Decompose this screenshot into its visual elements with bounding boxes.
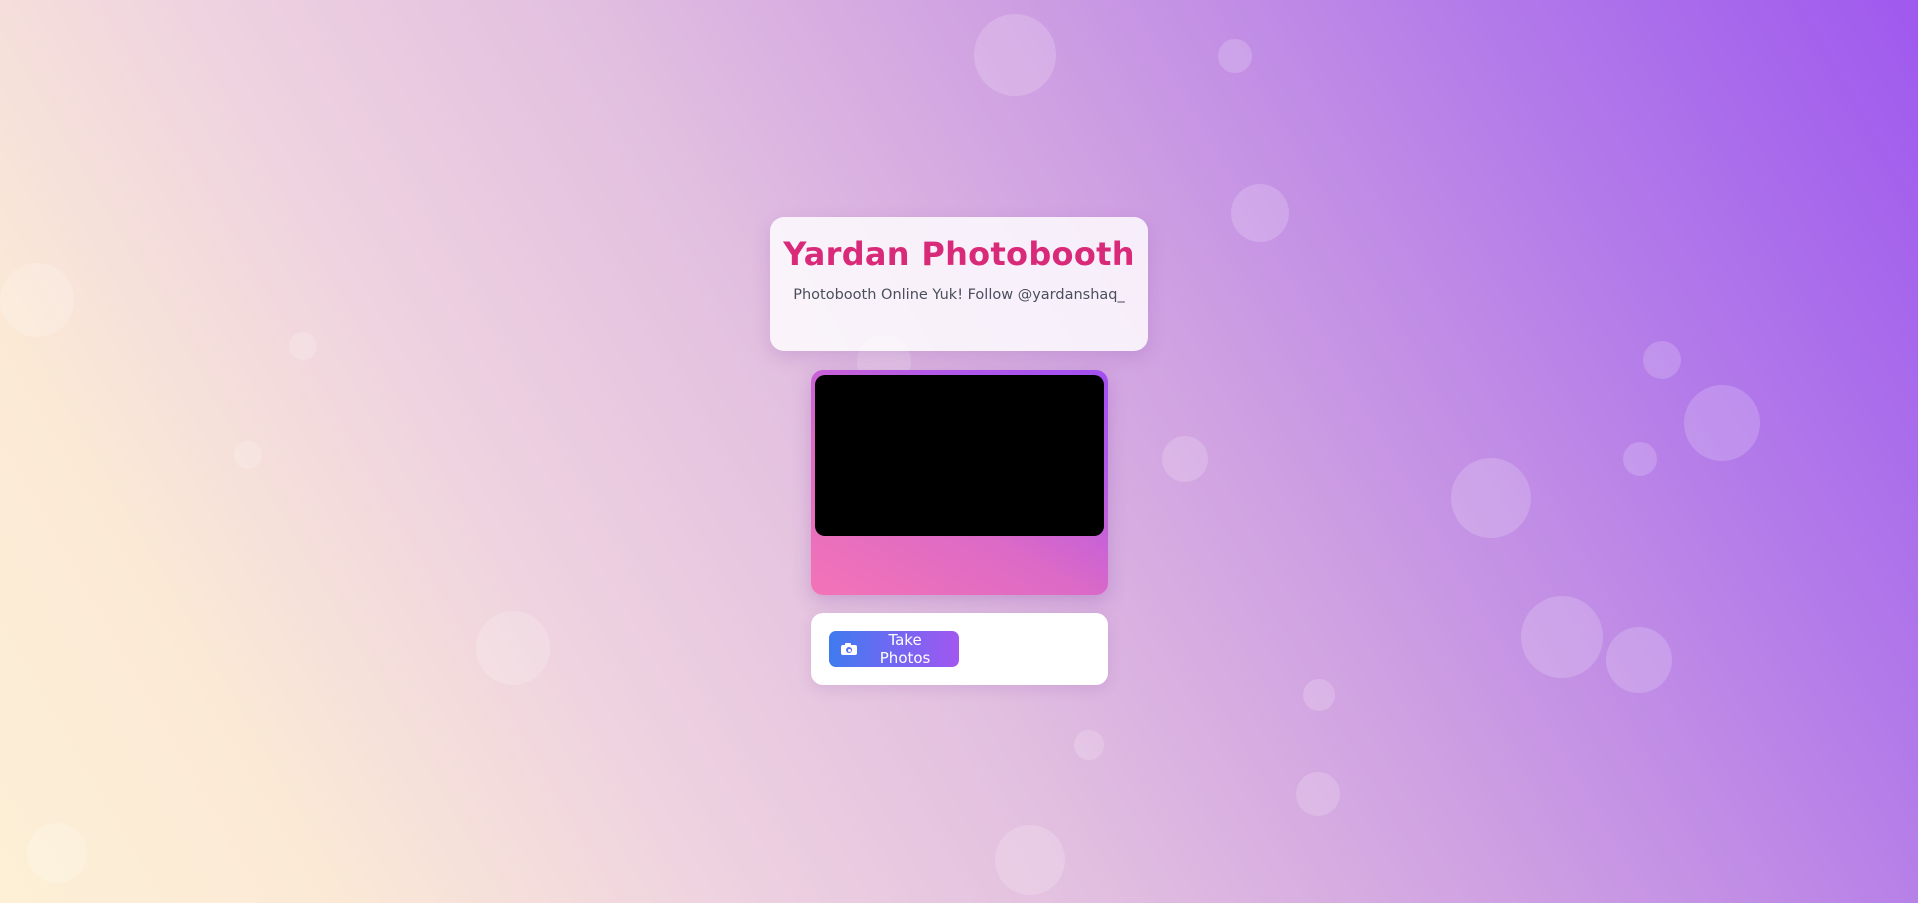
decorative-bubble [1451, 458, 1531, 538]
decorative-bubble [1623, 442, 1657, 476]
decorative-bubble [1643, 341, 1681, 379]
decorative-bubble [289, 332, 317, 360]
page-subtitle: Photobooth Online Yuk! Follow @yardansha… [793, 287, 1125, 303]
decorative-bubble [1521, 596, 1603, 678]
decorative-bubble [0, 263, 74, 337]
header-card: Yardan Photobooth Photobooth Online Yuk!… [770, 217, 1148, 351]
decorative-bubble [1303, 679, 1335, 711]
camera-icon [841, 643, 857, 655]
decorative-bubble [995, 825, 1065, 895]
decorative-bubble [27, 823, 87, 883]
decorative-bubble [1231, 184, 1289, 242]
decorative-bubble [476, 611, 550, 685]
decorative-bubble [974, 14, 1056, 96]
camera-frame [811, 370, 1108, 595]
take-photos-button[interactable]: Take Photos [829, 631, 959, 667]
decorative-bubble [1606, 627, 1672, 693]
controls-card: Take Photos [811, 613, 1108, 685]
decorative-bubble [1296, 772, 1340, 816]
take-photos-label: Take Photos [879, 631, 931, 667]
page-title: Yardan Photobooth [783, 235, 1135, 273]
decorative-bubble [1074, 730, 1104, 760]
decorative-bubble [1162, 436, 1208, 482]
camera-preview [815, 375, 1104, 536]
decorative-bubble [234, 441, 262, 469]
decorative-bubble [1684, 385, 1760, 461]
decorative-bubble [1218, 39, 1252, 73]
